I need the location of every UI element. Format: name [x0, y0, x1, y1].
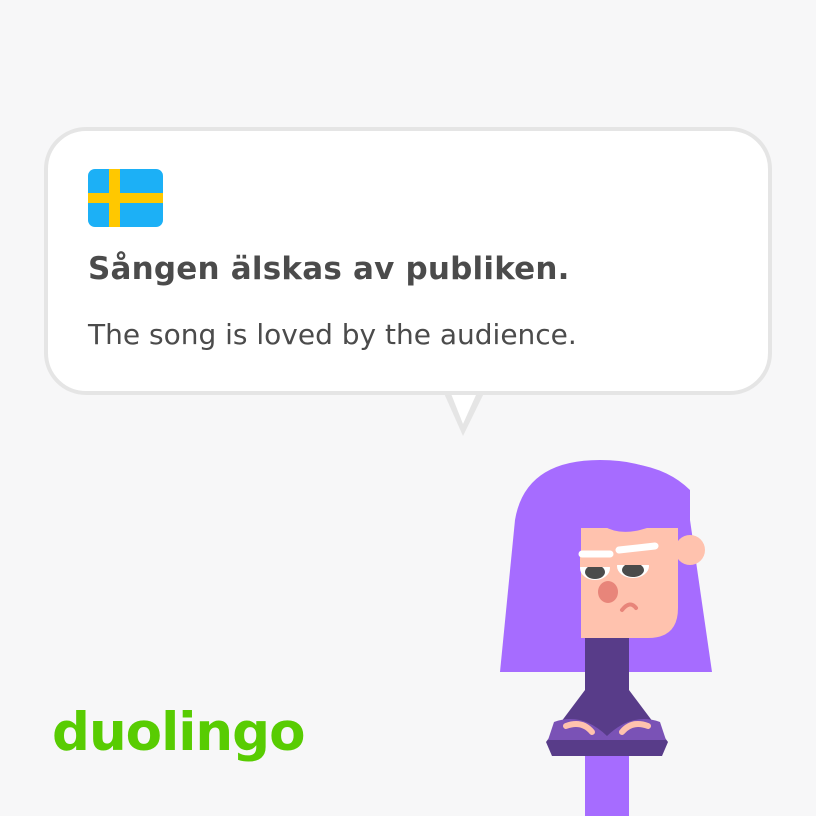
lily-character-illustration: [500, 460, 712, 816]
swedish-sentence: Sången älskas av publiken.: [88, 251, 570, 287]
character-ear: [675, 535, 705, 565]
character-face: [581, 528, 678, 638]
character-nose: [598, 581, 618, 603]
speech-bubble-card: Sången älskas av publiken. The song is l…: [44, 127, 772, 395]
english-translation: The song is loved by the audience.: [88, 318, 577, 351]
sweden-flag-icon: [88, 169, 163, 227]
duolingo-logo: duolingo: [52, 702, 305, 763]
